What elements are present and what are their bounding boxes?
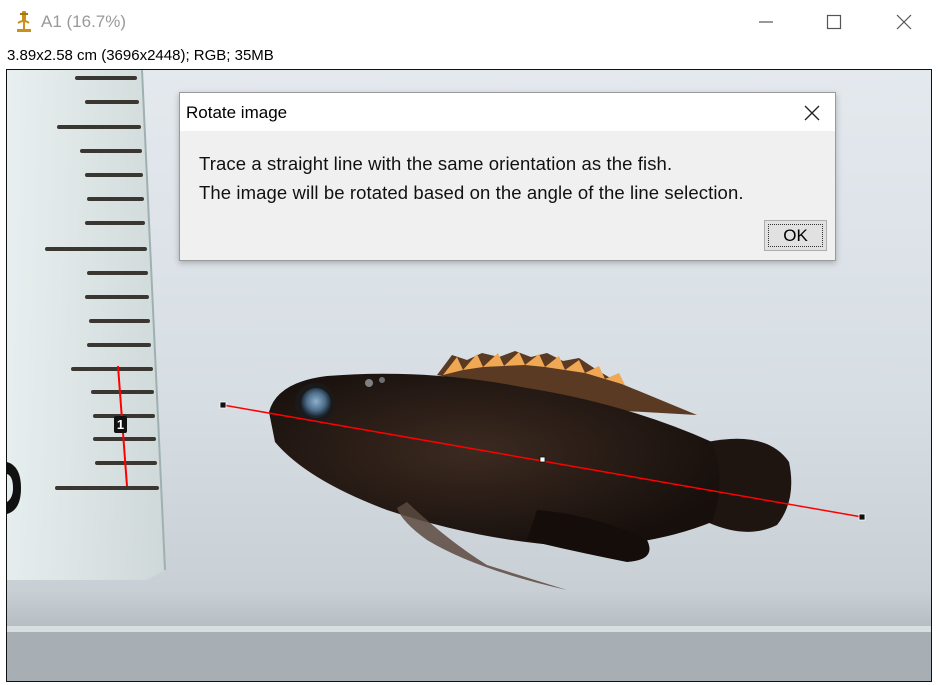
window-titlebar[interactable]: A1 (16.7%) (0, 0, 939, 44)
ok-button[interactable]: OK (764, 220, 827, 251)
ruler (7, 70, 165, 580)
dialog-titlebar[interactable]: Rotate image (180, 93, 835, 131)
maximize-icon (826, 14, 842, 30)
close-button[interactable] (881, 0, 927, 44)
minimize-button[interactable] (743, 0, 789, 44)
close-icon (896, 14, 912, 30)
ok-button-label: OK (768, 224, 823, 247)
selection-handle-end[interactable] (858, 513, 866, 521)
window-title: A1 (16.7%) (41, 12, 127, 31)
dialog-message-line1: Trace a straight line with the same orie… (199, 153, 673, 174)
dialog-close-button[interactable] (791, 93, 831, 131)
image-info: 3.89x2.58 cm (3696x2448); RGB; 35MB (7, 47, 274, 64)
minimize-icon (759, 21, 773, 23)
selection-handle-start[interactable] (219, 401, 227, 409)
microscope-icon (14, 10, 34, 34)
dialog-title: Rotate image (186, 103, 288, 122)
dialog-message-line2: The image will be rotated based on the a… (199, 182, 744, 203)
scale-label: 1 (117, 417, 124, 432)
selection-handle-mid[interactable] (539, 456, 546, 463)
maximize-button[interactable] (811, 0, 857, 44)
rotate-image-dialog[interactable]: Rotate image Trace a straight line with … (179, 92, 836, 261)
close-icon (804, 105, 820, 121)
